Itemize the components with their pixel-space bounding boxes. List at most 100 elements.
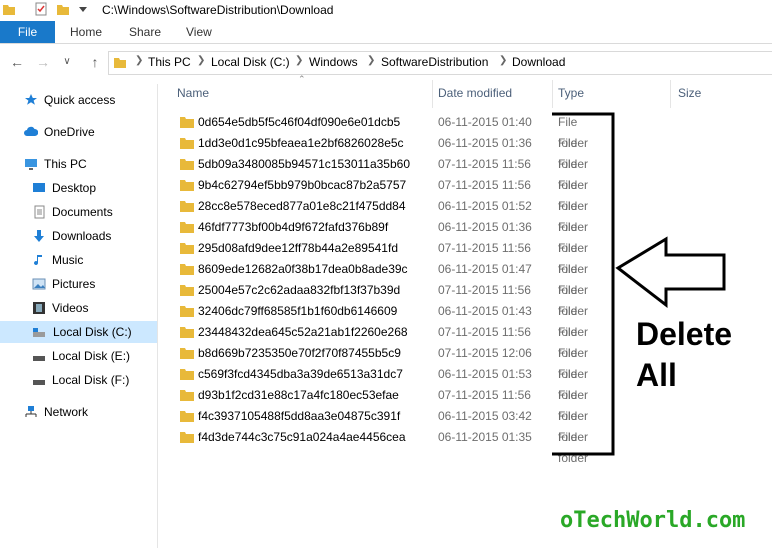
column-divider[interactable]: [670, 80, 671, 108]
file-date: 06-11-2015 01:52: [438, 199, 532, 213]
nav-downloads[interactable]: Downloads: [32, 225, 154, 247]
tab-home[interactable]: Home: [70, 21, 102, 43]
file-name: f4d3de744c3c75c91a024a4ae4456cea: [198, 430, 406, 444]
nav-label: Desktop: [52, 181, 97, 195]
table-row[interactable]: 9b4c62794ef5bb979b0bcac87b2a5757 07-11-20…: [160, 175, 600, 213]
forward-arrow-icon[interactable]: →: [34, 53, 52, 71]
nav-label: Quick access: [44, 93, 116, 107]
folder-icon: [180, 348, 194, 359]
nav-network[interactable]: Network: [24, 401, 154, 423]
file-name: 5db09a3480085b94571c153011a35b60: [198, 157, 410, 171]
file-name: 1dd3e0d1c95bfeaea1e2bf6826028e5c: [198, 136, 404, 150]
nav-label: Documents: [52, 205, 113, 219]
folder-icon: [180, 327, 194, 338]
nav-desktop[interactable]: Desktop: [32, 177, 154, 199]
up-arrow-icon[interactable]: ↑: [86, 53, 104, 71]
computer-icon: [25, 159, 37, 170]
music-note-icon: [34, 255, 42, 266]
nav-label: This PC: [44, 157, 87, 171]
breadcrumb-separator-icon[interactable]: ❯: [499, 55, 507, 66]
breadcrumb-separator-icon[interactable]: ❯: [197, 55, 205, 66]
table-row[interactable]: 28cc8e578eced877a01e8c21f475dd84 06-11-20…: [160, 196, 600, 234]
back-arrow-icon[interactable]: ←: [8, 53, 26, 71]
table-row[interactable]: 295d08afd9dee12ff78b44a2e89541fd 07-11-20…: [160, 238, 600, 276]
breadcrumb-separator-icon[interactable]: ❯: [295, 55, 303, 66]
file-name: 32406dc79ff68585f1b1f60db6146609: [198, 304, 398, 318]
table-row[interactable]: 25004e57c2c62adaa832fbf13f37b39d 07-11-20…: [160, 280, 600, 318]
column-type[interactable]: Type: [558, 86, 584, 100]
tab-view[interactable]: View: [186, 21, 212, 43]
nav-label: Local Disk (F:): [52, 373, 130, 387]
table-row[interactable]: f4d3de744c3c75c91a024a4ae4456cea 06-11-20…: [160, 427, 600, 465]
properties-icon[interactable]: [34, 2, 48, 16]
annotation-delete: Delete: [636, 316, 733, 352]
nav-local-disk-e[interactable]: Local Disk (E:): [32, 345, 154, 367]
folder-icon: [180, 264, 194, 275]
file-date: 07-11-2015 11:56: [438, 283, 531, 297]
folder-icon: [180, 180, 194, 191]
arrow-left-icon: [615, 236, 726, 309]
file-date: 07-11-2015 11:56: [438, 157, 531, 171]
breadcrumb-local-disk-c[interactable]: Local Disk (C:): [211, 55, 290, 69]
breadcrumb-windows[interactable]: Windows: [309, 55, 358, 69]
table-row[interactable]: 1dd3e0d1c95bfeaea1e2bf6826028e5c 06-11-20…: [160, 133, 600, 171]
nav-videos[interactable]: Videos: [32, 297, 154, 319]
tab-share[interactable]: Share: [129, 21, 161, 43]
table-row[interactable]: f4c3937105488f5dd8aa3e04875c391f 06-11-20…: [160, 406, 600, 444]
file-date: 06-11-2015 01:36: [438, 220, 532, 234]
file-date: 06-11-2015 01:35: [438, 430, 532, 444]
table-row[interactable]: d93b1f2cd31e88c17a4fc180ec53efae 07-11-20…: [160, 385, 600, 423]
folder-icon: [180, 201, 194, 212]
new-folder-icon[interactable]: [56, 2, 70, 16]
tab-file[interactable]: File: [0, 21, 55, 43]
address-row: ← → ∨ ↑ ❯ This PC ❯ Local Disk (C:) ❯ Wi…: [0, 48, 772, 76]
nav-pictures[interactable]: Pictures: [32, 273, 154, 295]
column-name[interactable]: Name: [177, 86, 209, 100]
nav-label: Local Disk (C:): [53, 325, 132, 339]
table-row[interactable]: 46fdf7773bf00b4d9f672fafd376b89f 06-11-20…: [160, 217, 600, 255]
folder-icon: [180, 390, 194, 401]
table-row[interactable]: b8d669b7235350e70f2f70f87455b5c9 07-11-20…: [160, 343, 600, 381]
column-date-modified[interactable]: Date modified: [438, 86, 512, 100]
table-row[interactable]: 32406dc79ff68585f1b1f60db6146609 06-11-20…: [160, 301, 600, 339]
breadcrumb-softwaredistribution[interactable]: SoftwareDistribution: [381, 55, 488, 69]
network-icon: [25, 406, 37, 417]
bracket-shape: [552, 112, 615, 456]
file-name: 25004e57c2c62adaa832fbf13f37b39d: [198, 283, 401, 297]
file-name: d93b1f2cd31e88c17a4fc180ec53efae: [198, 388, 399, 402]
breadcrumb-separator-icon[interactable]: ❯: [367, 55, 375, 66]
nav-onedrive[interactable]: OneDrive: [24, 121, 154, 143]
nav-local-disk-f[interactable]: Local Disk (F:): [32, 369, 154, 391]
nav-this-pc[interactable]: This PC: [24, 153, 154, 175]
sort-ascending-icon: ⌃: [298, 74, 306, 84]
file-name: 0d654e5db5f5c46f04df090e6e01dcb5: [198, 115, 401, 129]
customize-quick-access-icon[interactable]: [76, 2, 90, 16]
star-icon: [25, 94, 37, 105]
nav-music[interactable]: Music: [32, 249, 154, 271]
breadcrumb-this-pc[interactable]: This PC: [148, 55, 191, 69]
folder-icon: [180, 432, 194, 443]
file-date: 07-11-2015 11:56: [438, 325, 531, 339]
column-divider[interactable]: [552, 80, 553, 108]
table-row[interactable]: 23448432dea645c52a21ab1f2260e268 07-11-20…: [160, 322, 600, 360]
table-row[interactable]: 0d654e5db5f5c46f04df090e6e01dcb5 06-11-20…: [160, 112, 600, 150]
nav-local-disk-c[interactable]: Local Disk (C:): [0, 321, 157, 343]
nav-documents[interactable]: Documents: [32, 201, 154, 223]
file-name: 295d08afd9dee12ff78b44a2e89541fd: [198, 241, 398, 255]
file-date: 06-11-2015 01:43: [438, 304, 532, 318]
table-row[interactable]: 5db09a3480085b94571c153011a35b60 07-11-20…: [160, 154, 600, 192]
file-date: 06-11-2015 01:36: [438, 136, 532, 150]
file-name: f4c3937105488f5dd8aa3e04875c391f: [198, 409, 401, 423]
table-row[interactable]: 8609ede12682a0f38b17dea0b8ade39c 06-11-20…: [160, 259, 600, 297]
documents-icon: [34, 205, 45, 219]
address-bar[interactable]: ❯ This PC ❯ Local Disk (C:) ❯ Windows ❯ …: [108, 51, 772, 75]
table-row[interactable]: c569f3fcd4345dba3a39de6513a31dc7 06-11-20…: [160, 364, 600, 402]
title-bar: C:\Windows\SoftwareDistribution\Download: [0, 0, 772, 20]
recent-locations-icon[interactable]: ∨: [58, 53, 76, 71]
file-date: 07-11-2015 11:56: [438, 241, 531, 255]
file-name: 23448432dea645c52a21ab1f2260e268: [198, 325, 408, 339]
breadcrumb-download[interactable]: Download: [512, 55, 565, 69]
column-size[interactable]: Size: [678, 86, 701, 100]
column-divider[interactable]: [432, 80, 433, 108]
nav-quick-access[interactable]: Quick access: [24, 89, 154, 111]
